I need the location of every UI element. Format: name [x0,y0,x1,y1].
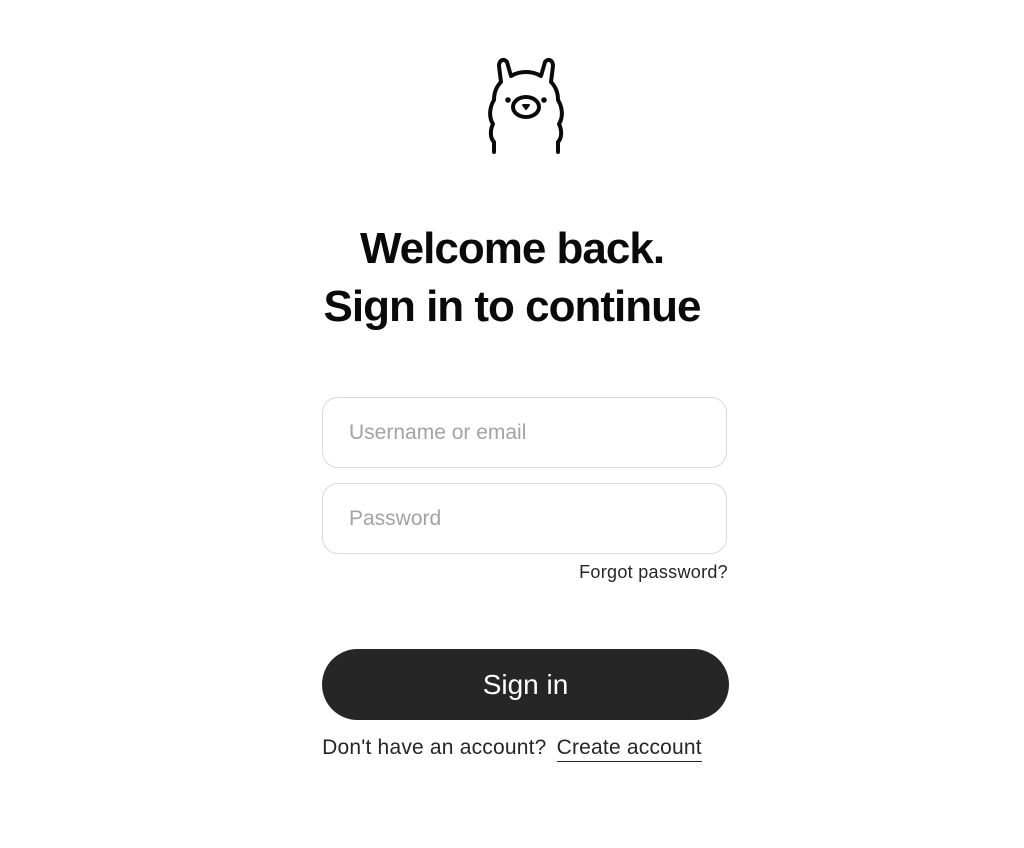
signup-prompt-text: Don't have an account? [322,736,547,759]
title-line-2: Sign in to continue [323,282,702,331]
sign-in-button[interactable]: Sign in [322,649,729,720]
page-title: Welcome back. Sign in to continue [0,220,1024,336]
password-input[interactable] [322,483,727,554]
username-email-input[interactable] [322,397,727,468]
login-page: Welcome back. Sign in to continue Forgot… [0,0,1024,848]
create-account-link[interactable]: Create account [556,736,702,762]
signup-prompt-row: Don't have an account? Create account [0,736,1024,762]
llama-icon [488,57,564,154]
title-line-1: Welcome back. [359,224,665,273]
forgot-password-link[interactable]: Forgot password? [579,562,728,583]
